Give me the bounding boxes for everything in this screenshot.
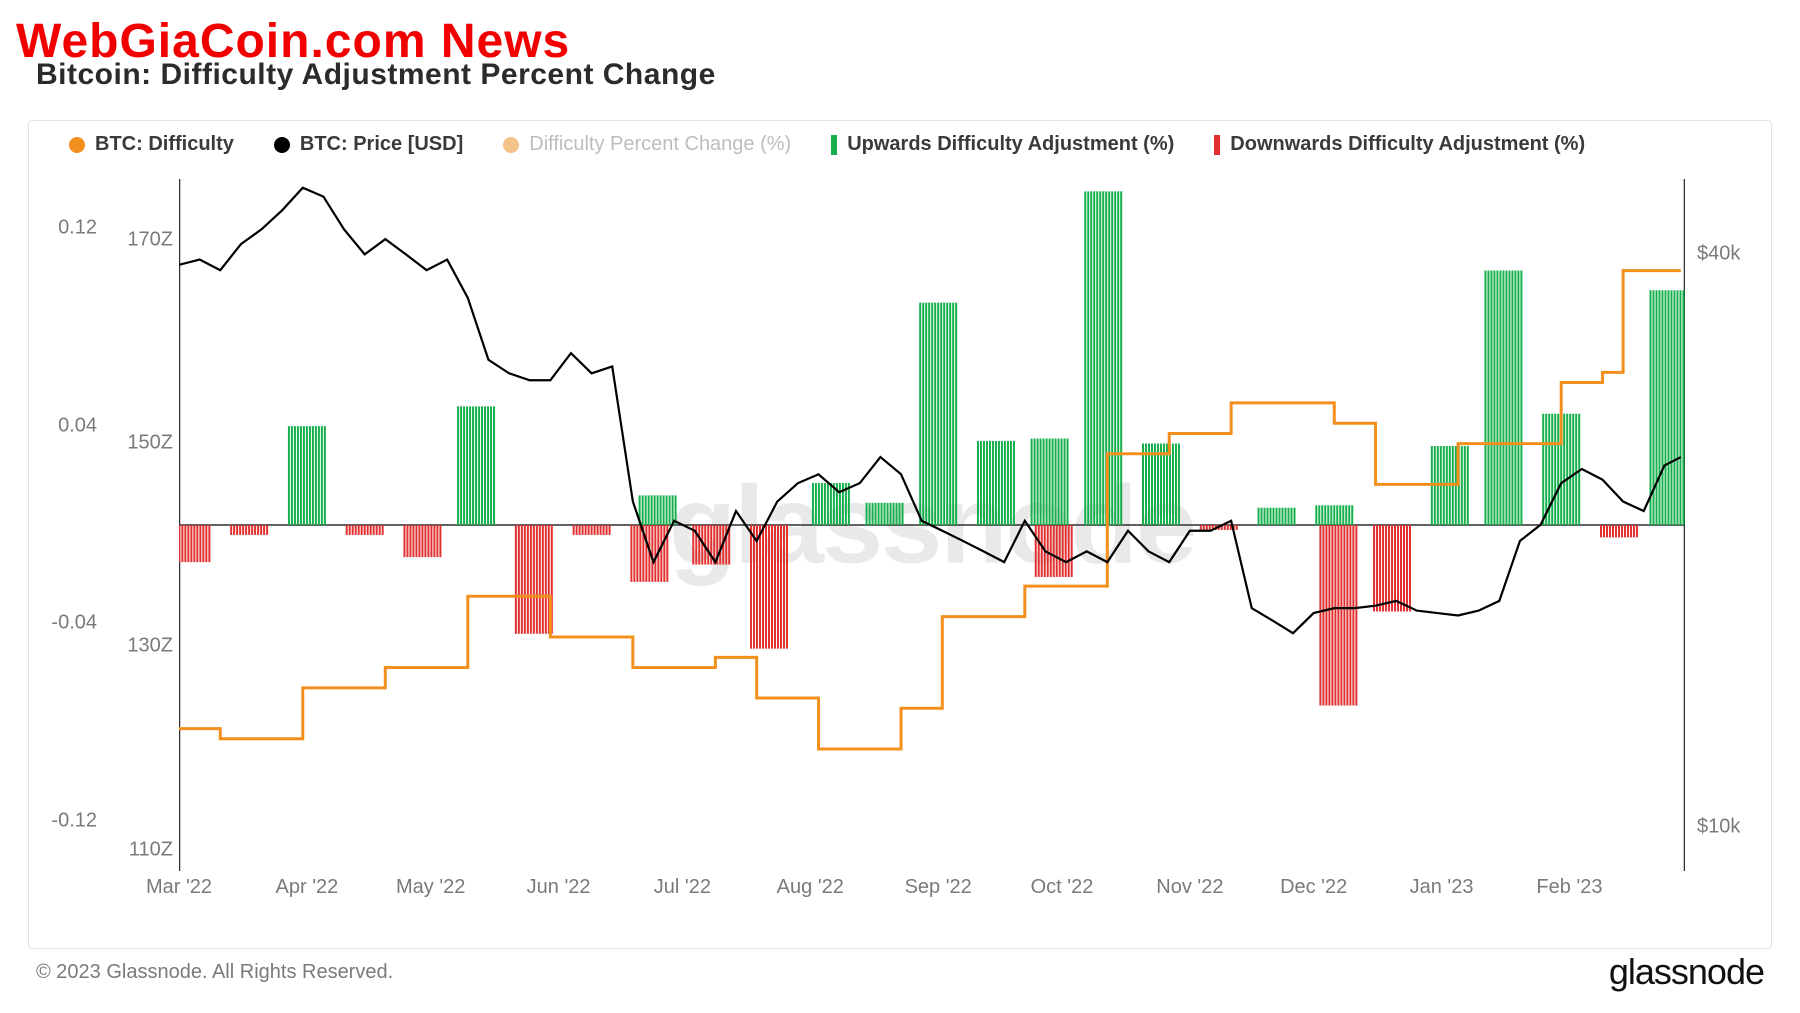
y-axis-difficulty: 170Z 150Z 130Z 110Z — [109, 179, 179, 870]
y-tick-difficulty: 170Z — [127, 228, 173, 251]
x-tick: Sep '22 — [905, 876, 972, 899]
circle-icon — [69, 137, 85, 153]
y-tick-usd: $40k — [1697, 243, 1740, 266]
legend-item-down[interactable]: Downwards Difficulty Adjustment (%) — [1214, 133, 1585, 156]
y-tick-difficulty: 150Z — [127, 432, 173, 455]
footer: © 2023 Glassnode. All Rights Reserved. g… — [36, 951, 1764, 993]
y-tick-pct: 0.12 — [58, 217, 97, 240]
circle-icon — [274, 137, 290, 153]
x-tick: Mar '22 — [146, 876, 212, 899]
legend-item-pct-change[interactable]: Difficulty Percent Change (%) — [503, 133, 791, 156]
legend: BTC: Difficulty BTC: Price [USD] Difficu… — [69, 133, 1731, 156]
x-tick: Dec '22 — [1280, 876, 1347, 899]
x-tick: Jul '22 — [654, 876, 711, 899]
x-tick: Nov '22 — [1156, 876, 1223, 899]
y-tick-difficulty: 130Z — [127, 635, 173, 658]
chart-svg — [179, 179, 1685, 871]
page: WebGiaCoin.com News Bitcoin: Difficulty … — [0, 0, 1800, 1013]
legend-label: Upwards Difficulty Adjustment (%) — [847, 133, 1174, 156]
x-tick: Feb '23 — [1536, 876, 1602, 899]
legend-label: Downwards Difficulty Adjustment (%) — [1230, 133, 1585, 156]
y-axis-usd: $40k $10k — [1685, 179, 1771, 870]
watermark-overlay-text: WebGiaCoin.com News — [16, 14, 570, 69]
copyright-text: © 2023 Glassnode. All Rights Reserved. — [36, 961, 393, 984]
circle-icon — [503, 137, 519, 153]
x-tick: Aug '22 — [777, 876, 844, 899]
x-tick: Jan '23 — [1410, 876, 1474, 899]
legend-item-up[interactable]: Upwards Difficulty Adjustment (%) — [831, 133, 1174, 156]
bar-icon — [831, 135, 837, 155]
bar-icon — [1214, 135, 1220, 155]
x-tick: May '22 — [396, 876, 465, 899]
legend-item-difficulty[interactable]: BTC: Difficulty — [69, 133, 234, 156]
x-axis: Mar '22Apr '22May '22Jun '22Jul '22Aug '… — [179, 876, 1685, 906]
legend-label: Difficulty Percent Change (%) — [529, 133, 791, 156]
y-tick-difficulty: 110Z — [129, 838, 173, 861]
y-axis-percent: 0.12 0.04 -0.04 -0.12 — [29, 179, 109, 870]
legend-label: BTC: Price [USD] — [300, 133, 463, 156]
y-tick-pct: -0.12 — [51, 809, 97, 832]
y-tick-usd: $10k — [1697, 815, 1740, 838]
x-tick: Apr '22 — [276, 876, 339, 899]
brand-logo-text: glassnode — [1609, 951, 1764, 993]
legend-label: BTC: Difficulty — [95, 133, 234, 156]
y-tick-pct: -0.04 — [51, 612, 97, 635]
y-tick-pct: 0.04 — [58, 414, 97, 437]
chart-plot-area[interactable]: glassnode — [179, 179, 1685, 870]
x-tick: Oct '22 — [1031, 876, 1094, 899]
chart-card: BTC: Difficulty BTC: Price [USD] Difficu… — [28, 120, 1772, 949]
x-tick: Jun '22 — [527, 876, 591, 899]
legend-item-price[interactable]: BTC: Price [USD] — [274, 133, 463, 156]
